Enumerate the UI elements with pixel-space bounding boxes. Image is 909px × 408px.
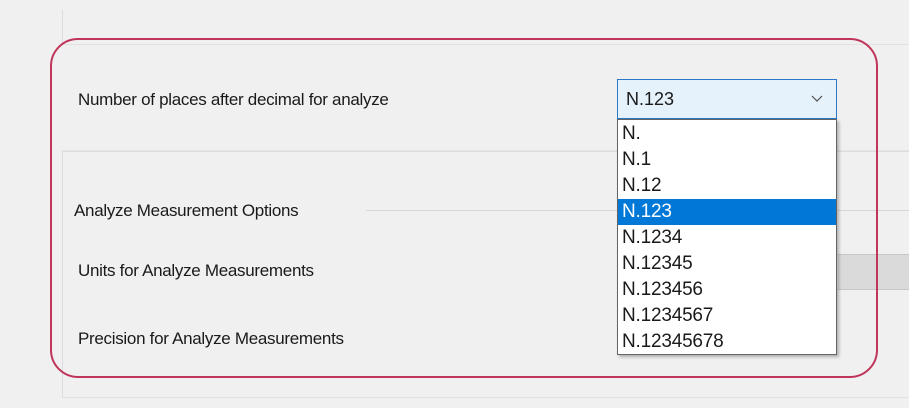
decimal-places-combobox[interactable]: N.123 <box>617 79 837 119</box>
chevron-down-icon[interactable] <box>810 92 824 106</box>
decimal-places-label: Number of places after decimal for analy… <box>78 90 389 109</box>
precision-label: Precision for Analyze Measurements <box>78 329 344 348</box>
dropdown-option[interactable]: N.1 <box>618 147 836 173</box>
group-divider-right <box>838 210 909 211</box>
units-label: Units for Analyze Measurements <box>78 261 314 280</box>
dropdown-option[interactable]: N.123 <box>618 199 836 225</box>
dropdown-option[interactable]: N.123456 <box>618 277 836 303</box>
dropdown-option[interactable]: N.1234567 <box>618 303 836 329</box>
analyze-options-group-label: Analyze Measurement Options <box>74 201 299 220</box>
dropdown-option[interactable]: N.12345678 <box>618 329 836 355</box>
decimal-places-dropdown-list: N. N.1 N.12 N.123 N.1234 N.12345 N.123456 N.123… <box>617 119 837 355</box>
group-divider <box>366 210 618 211</box>
dropdown-option[interactable]: N.1234 <box>618 225 836 251</box>
dropdown-option[interactable]: N.12345 <box>618 251 836 277</box>
dropdown-option[interactable]: N. <box>618 121 836 147</box>
dropdown-options: N. N.1 N.12 N.123 N.1234 N.12345 N.123456 N.123… <box>618 120 836 355</box>
panel-bottom-border <box>62 397 909 398</box>
combobox-selected-value: N.123 <box>626 88 675 109</box>
dropdown-option[interactable]: N.12 <box>618 173 836 199</box>
units-field[interactable] <box>838 254 909 290</box>
